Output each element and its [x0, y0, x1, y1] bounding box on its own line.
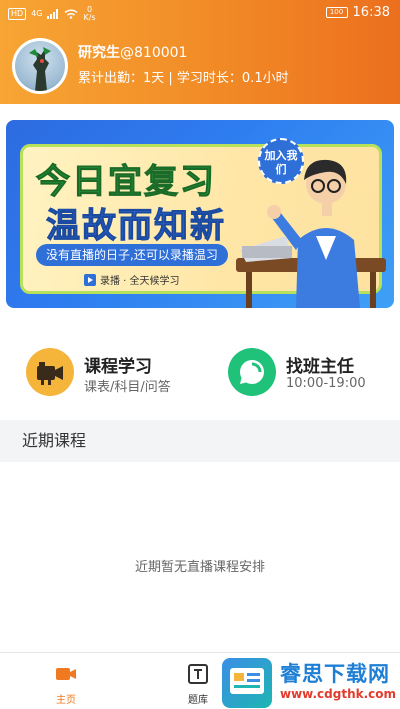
empty-state-message: 近期暂无直播课程安排: [134, 560, 265, 575]
find-teacher-hours: 10:00-19:00: [286, 376, 366, 391]
user-stats: 累计出勤：1天 | 学习时长：0.1小时: [78, 71, 289, 86]
wifi-icon: [64, 9, 78, 19]
course-study-title: 课程学习: [84, 357, 152, 377]
banner-footer-text: 录播 · 全天候学习: [100, 276, 180, 287]
avatar-figure-icon: [29, 47, 51, 91]
status-bar: HD 4G 0 K/s 100 16:38: [0, 0, 400, 26]
profile-header: HD 4G 0 K/s 100 16:38 研究生@810001 累计出勤：1天…: [0, 0, 400, 104]
avatar-image: [15, 41, 65, 91]
battery-icon: 100: [325, 7, 348, 18]
banner-footer: 录播 · 全天候学习: [84, 272, 180, 287]
course-study-button[interactable]: 课程学习 课表/科目/问答: [26, 348, 206, 398]
user-name: 研究生@810001: [78, 42, 187, 62]
watermark-logo: [222, 658, 272, 708]
text-box-icon: [188, 664, 208, 684]
nav-tab-home[interactable]: 主页: [26, 653, 106, 709]
section-title: 近期课程: [0, 420, 400, 462]
play-icon: [84, 273, 96, 286]
watermark-url: www.cdgthk.com: [280, 687, 397, 701]
signal-label: 4G: [31, 9, 43, 18]
clock: 16:38: [352, 5, 390, 20]
user-display-name: 研究生: [78, 45, 120, 61]
find-teacher-button[interactable]: 找班主任 10:00-19:00: [228, 348, 398, 398]
join-us-stamp[interactable]: 加入我们: [258, 138, 304, 184]
hd-badge: HD: [8, 8, 27, 20]
site-watermark: 睿思下载网 www.cdgthk.com: [222, 656, 400, 709]
watermark-title: 睿思下载网: [280, 662, 390, 686]
find-teacher-title: 找班主任: [286, 357, 354, 377]
signal-icon: [47, 9, 59, 19]
speed-unit: K/s: [83, 13, 96, 22]
banner-title-line1: 今日宜复习: [36, 162, 216, 203]
network-speed: 0 K/s: [83, 6, 95, 22]
course-study-subtitle: 课表/科目/问答: [84, 380, 171, 395]
avatar[interactable]: [12, 38, 68, 94]
nav-label-home: 主页: [56, 695, 76, 706]
banner-pill: 没有直播的日子,还可以录播温习: [36, 244, 228, 266]
chat-bubble-icon: [228, 348, 276, 396]
user-id: @810001: [120, 45, 188, 61]
video-icon: [56, 668, 76, 680]
video-camera-icon: [26, 348, 74, 396]
banner-title-line2: 温故而知新: [46, 206, 226, 247]
